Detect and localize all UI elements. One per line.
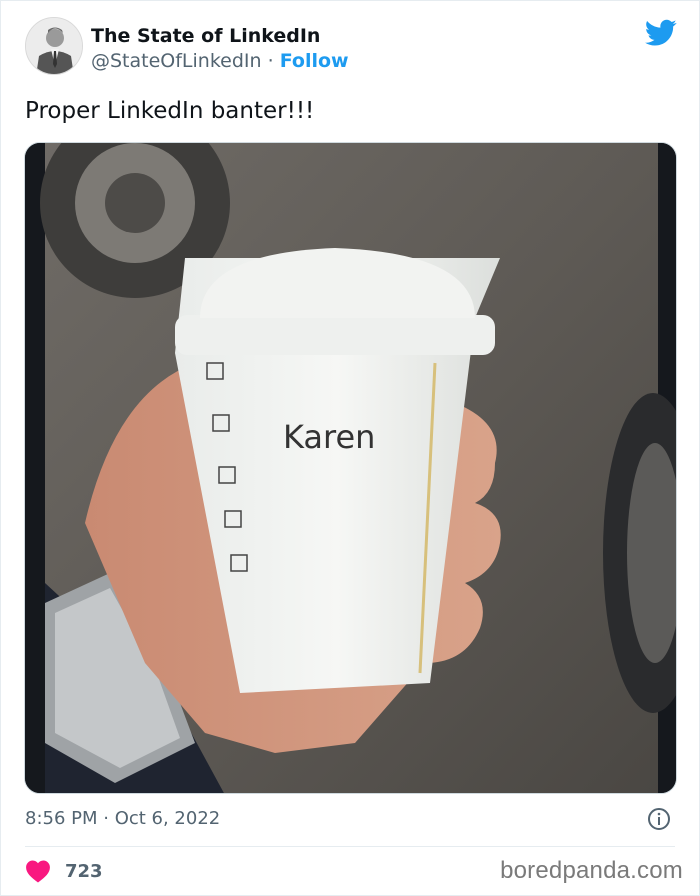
follow-button[interactable]: Follow bbox=[280, 50, 349, 72]
tweet-card: The State of LinkedIn @StateOfLinkedIn ·… bbox=[0, 0, 700, 896]
heart-icon[interactable] bbox=[25, 859, 51, 883]
coffee-cup-photo-icon: Karen bbox=[25, 143, 676, 793]
cup-name-text: Karen bbox=[283, 418, 375, 456]
tweet-header: The State of LinkedIn @StateOfLinkedIn ·… bbox=[25, 17, 677, 81]
like-action[interactable]: 723 bbox=[25, 857, 103, 885]
like-count: 723 bbox=[65, 860, 103, 882]
handle-separator: · bbox=[267, 50, 274, 72]
tweet-text: Proper LinkedIn banter!!! bbox=[25, 98, 315, 124]
tweet-timestamp[interactable]: 8:56 PM · Oct 6, 2022 bbox=[25, 806, 220, 832]
man-in-suit-avatar-icon bbox=[26, 18, 82, 74]
avatar[interactable] bbox=[25, 17, 83, 75]
twitter-bird-icon[interactable] bbox=[645, 19, 677, 47]
watermark: boredpanda.com bbox=[500, 857, 683, 884]
divider bbox=[25, 846, 675, 847]
author-display-name[interactable]: The State of LinkedIn bbox=[91, 24, 349, 48]
info-icon[interactable] bbox=[647, 807, 671, 831]
tweet-photo[interactable]: Karen bbox=[24, 142, 677, 794]
author-handle[interactable]: @StateOfLinkedIn bbox=[91, 50, 262, 72]
